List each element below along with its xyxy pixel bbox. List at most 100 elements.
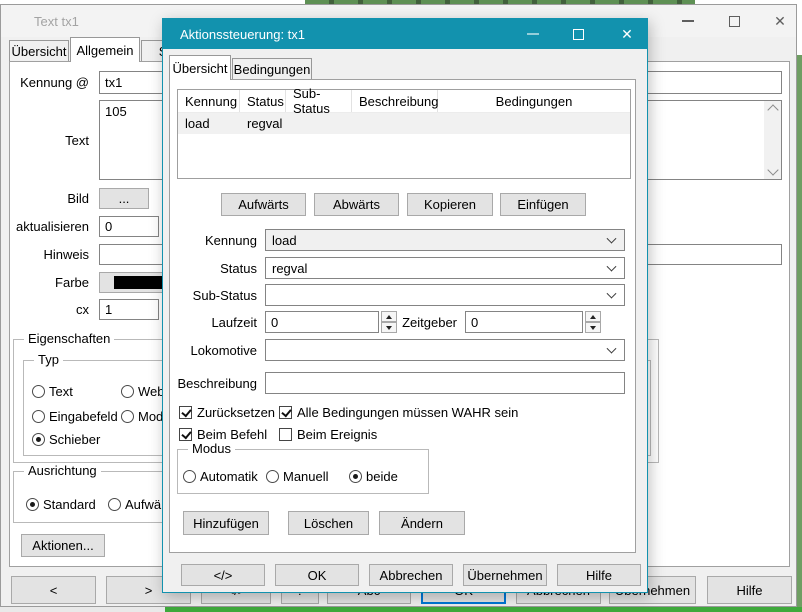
aufwaerts-button[interactable]: Aufwärts — [221, 193, 306, 216]
bild-browse-button[interactable]: ... — [99, 188, 149, 209]
main-hilfe-button[interactable]: Hilfe — [707, 576, 792, 604]
spinner-down-icon — [590, 326, 596, 330]
dlg-zeitgeber-input[interactable]: 0 — [465, 311, 583, 333]
kopieren-button[interactable]: Kopieren — [407, 193, 493, 216]
dialog-tab-uebersicht[interactable]: Übersicht — [169, 55, 231, 80]
radio-manuell-label[interactable]: Manuell — [283, 469, 339, 484]
radio-manuell[interactable] — [266, 470, 279, 483]
main-tab-allgemein[interactable]: Allgemein — [70, 37, 140, 62]
text-value: 105 — [105, 104, 127, 119]
dlg-status-combo[interactable]: regval — [265, 257, 625, 279]
spinner-down-icon — [386, 326, 392, 330]
dialog-maximize-button[interactable] — [564, 19, 592, 49]
maximize-icon — [573, 29, 584, 40]
beim-befehl-label[interactable]: Beim Befehl — [197, 427, 287, 442]
actions-table[interactable]: Kennung Status Sub-Status Beschreibung B… — [177, 89, 631, 179]
dlg-kennung-combo[interactable]: load — [265, 229, 625, 251]
alle-bedingungen-label[interactable]: Alle Bedingungen müssen WAHR sein — [297, 405, 527, 420]
zuruecksetzen-checkbox[interactable] — [179, 406, 192, 419]
text-scrollbar[interactable] — [764, 101, 781, 179]
radio-ausrichtung-standard[interactable] — [26, 498, 39, 511]
main-close-button[interactable]: ✕ — [765, 5, 795, 37]
typ-caption: Typ — [34, 352, 63, 367]
dlg-laufzeit-input[interactable]: 0 — [265, 311, 379, 333]
chevron-down-icon[interactable] — [607, 344, 617, 354]
scroll-up-icon[interactable] — [767, 104, 778, 115]
aktualisieren-value: 0 — [105, 219, 112, 234]
table-header[interactable]: Kennung Status Sub-Status Beschreibung B… — [178, 90, 630, 113]
spinner-up-button[interactable] — [585, 311, 601, 322]
dlg-abbrechen-button[interactable]: Abbrechen — [369, 564, 453, 586]
hinzufuegen-button[interactable]: Hinzufügen — [183, 511, 269, 535]
col-kennung[interactable]: Kennung — [178, 90, 240, 112]
col-beschreibung[interactable]: Beschreibung — [352, 90, 438, 112]
radio-typ-web[interactable] — [121, 385, 134, 398]
close-icon: ✕ — [774, 14, 786, 28]
beim-ereignis-label[interactable]: Beim Ereignis — [297, 427, 397, 442]
dialog-close-button[interactable]: ✕ — [611, 19, 643, 49]
radio-typ-text[interactable] — [32, 385, 45, 398]
dlg-ok-button[interactable]: OK — [275, 564, 359, 586]
radio-typ-schieber[interactable] — [32, 433, 45, 446]
aendern-button[interactable]: Ändern — [379, 511, 465, 535]
scroll-down-icon[interactable] — [767, 164, 778, 175]
chevron-down-icon[interactable] — [607, 262, 617, 272]
dialog-titlebar[interactable]: Aktionssteuerung: tx1 ✕ — [163, 19, 647, 49]
radio-typ-mod[interactable] — [121, 410, 134, 423]
aktionen-button[interactable]: Aktionen... — [21, 534, 105, 557]
cx-input[interactable]: 1 — [99, 299, 159, 320]
dlg-zeitgeber-spinner[interactable] — [585, 311, 601, 333]
radio-beide-label[interactable]: beide — [366, 469, 416, 484]
radio-typ-text-label[interactable]: Text — [49, 384, 109, 399]
eigenschaften-caption: Eigenschaften — [24, 331, 114, 346]
spinner-down-button[interactable] — [585, 322, 601, 333]
aktualisieren-input[interactable]: 0 — [99, 216, 159, 237]
abwaerts-button[interactable]: Abwärts — [314, 193, 399, 216]
dlg-beschreibung-input[interactable] — [265, 372, 625, 394]
cell-substatus — [286, 113, 352, 134]
cell-beschreibung — [352, 113, 438, 134]
beim-ereignis-checkbox[interactable] — [279, 428, 292, 441]
dlg-uebernehmen-button[interactable]: Übernehmen — [463, 564, 547, 586]
radio-typ-schieber-label[interactable]: Schieber — [49, 432, 129, 447]
main-window-title: Text tx1 — [34, 5, 79, 37]
loeschen-button[interactable]: Löschen — [288, 511, 369, 535]
dialog-minimize-button[interactable] — [519, 19, 547, 49]
prev-button[interactable]: < — [11, 576, 96, 604]
chevron-down-icon[interactable] — [607, 289, 617, 299]
radio-typ-eingabefeld[interactable] — [32, 410, 45, 423]
alle-bedingungen-checkbox[interactable] — [279, 406, 292, 419]
background-track-plan-right — [797, 55, 802, 612]
text-label: Text — [1, 100, 89, 180]
einfuegen-button[interactable]: Einfügen — [500, 193, 586, 216]
dlg-substatus-combo[interactable] — [265, 284, 625, 306]
col-status[interactable]: Status — [240, 90, 286, 112]
cx-value: 1 — [105, 302, 112, 317]
btn-label: Löschen — [304, 516, 353, 531]
dlg-xml-button[interactable]: </> — [181, 564, 265, 586]
beim-befehl-checkbox[interactable] — [179, 428, 192, 441]
col-bedingungen[interactable]: Bedingungen — [438, 90, 630, 112]
main-tab-uebersicht[interactable]: Übersicht — [9, 40, 69, 61]
zuruecksetzen-label[interactable]: Zurücksetzen — [197, 405, 287, 420]
chevron-down-icon[interactable] — [607, 234, 617, 244]
close-icon: ✕ — [621, 27, 633, 41]
btn-label: < — [50, 583, 58, 598]
dlg-hilfe-button[interactable]: Hilfe — [557, 564, 641, 586]
main-maximize-button[interactable] — [719, 5, 749, 37]
radio-ausrichtung-standard-label[interactable]: Standard — [43, 497, 107, 512]
table-row[interactable]: load regval — [178, 113, 630, 134]
radio-ausrichtung-aufwaerts[interactable] — [108, 498, 121, 511]
radio-typ-eingabefeld-label[interactable]: Eingabefeld — [49, 409, 129, 424]
tab-label: Übersicht — [12, 44, 67, 59]
dlg-lokomotive-combo[interactable] — [265, 339, 625, 361]
col-substatus[interactable]: Sub-Status — [286, 90, 352, 112]
tab-label: Übersicht — [173, 61, 228, 76]
radio-beide[interactable] — [349, 470, 362, 483]
main-minimize-button[interactable] — [673, 5, 703, 37]
combo-value: regval — [272, 261, 307, 276]
radio-automatik-label[interactable]: Automatik — [200, 469, 264, 484]
dialog-tab-bedingungen[interactable]: Bedingungen — [232, 58, 312, 79]
btn-label: Aufwärts — [238, 197, 289, 212]
radio-automatik[interactable] — [183, 470, 196, 483]
